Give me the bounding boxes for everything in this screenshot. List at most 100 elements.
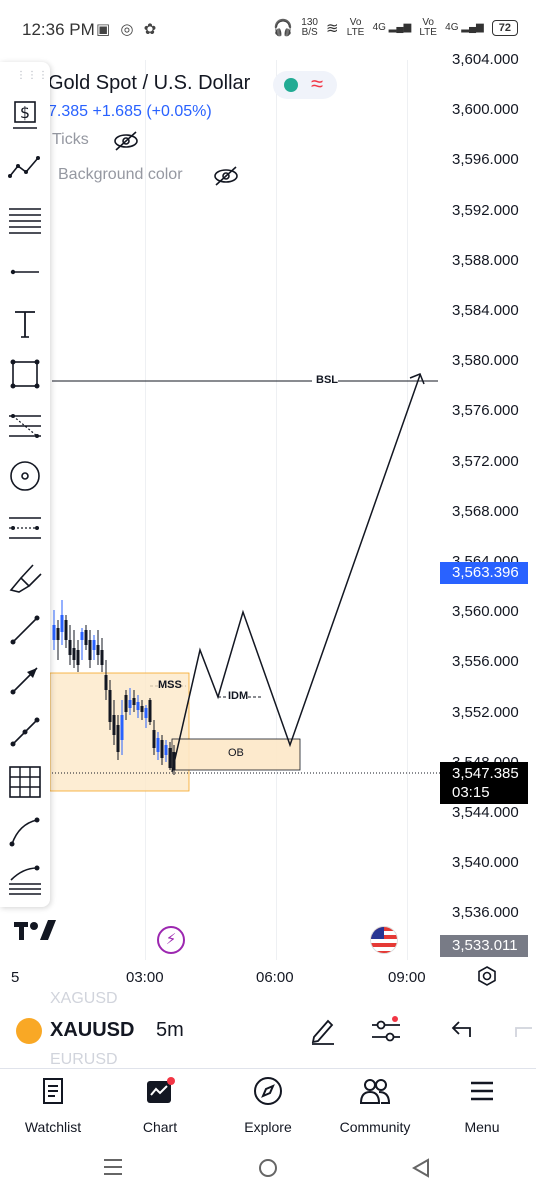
brush-tool-icon[interactable]: [7, 560, 43, 596]
nav-watchlist-label: Watchlist: [24, 1119, 82, 1135]
nav-chart-label: Chart: [142, 1119, 178, 1135]
delayed-data-icon: ≈: [311, 71, 324, 96]
interval-button[interactable]: 5m: [156, 1019, 184, 1042]
mss-label[interactable]: MSS: [158, 679, 182, 691]
drag-handle-icon[interactable]: ⋮⋮⋮: [16, 70, 49, 81]
grid-tool-icon[interactable]: [7, 764, 43, 800]
nav-community[interactable]: Community: [325, 1075, 425, 1135]
nav-menu-label: Menu: [464, 1119, 500, 1135]
price-axis-label: 3,560.000: [452, 603, 519, 621]
price-range-tool-icon[interactable]: $: [7, 96, 43, 132]
svg-text:$: $: [20, 103, 30, 122]
text-tool-icon[interactable]: [7, 306, 43, 342]
idm-label[interactable]: IDM: [228, 690, 249, 702]
candle-body: [160, 740, 164, 758]
symbol-title[interactable]: Gold Spot / U.S. Dollar: [48, 72, 250, 95]
system-navigation-bar: [0, 1140, 536, 1200]
compass-icon: [254, 1077, 282, 1105]
candle-body: [104, 675, 108, 690]
polyline-tool-icon[interactable]: [7, 150, 43, 186]
background-row[interactable]: Background color: [58, 166, 183, 184]
symbol-name[interactable]: XAUUSD: [50, 1019, 134, 1042]
candle-body: [108, 690, 112, 722]
trend-line-tool-icon[interactable]: [7, 612, 43, 648]
time-label-0600: 06:00: [256, 969, 294, 986]
community-icon: [359, 1079, 391, 1104]
candle-body: [168, 748, 172, 768]
candle-body: [76, 650, 80, 665]
horizontal-ray-tool-icon[interactable]: [7, 254, 43, 290]
price-axis-label: 3,604.000: [452, 51, 519, 68]
prev-symbol[interactable]: XAGUSD: [50, 990, 118, 1004]
pitchfork-tool-icon[interactable]: [7, 510, 43, 546]
price-axis-label: 3,580.000: [452, 352, 519, 370]
candle-body: [144, 708, 148, 718]
nav-community-label: Community: [339, 1119, 411, 1135]
nav-watchlist[interactable]: Watchlist: [3, 1075, 103, 1135]
price-axis-label: 3,576.000: [452, 402, 519, 420]
indicators-sliders-icon[interactable]: [370, 1015, 402, 1050]
bar-countdown: 03:15: [452, 784, 490, 801]
symbol-bar: XAGUSD XAUUSD 5m EURUSD: [0, 990, 536, 1065]
price-axis-label: 3,536.000: [452, 904, 519, 922]
price-axis-label: 3,588.000: [452, 251, 519, 269]
time-label-0300: 03:00: [126, 969, 164, 986]
nav-chart[interactable]: Chart: [110, 1075, 210, 1135]
next-symbol[interactable]: EURUSD: [50, 1051, 118, 1065]
candle-body: [72, 648, 76, 660]
bsl-label[interactable]: BSL: [316, 374, 338, 386]
candle-body: [52, 625, 56, 640]
candle-body: [112, 715, 116, 735]
back-icon[interactable]: [410, 1157, 432, 1184]
draw-pencil-icon[interactable]: [308, 1015, 336, 1050]
fib-retracement-tool-icon[interactable]: [7, 202, 43, 238]
nav-menu[interactable]: Menu: [432, 1075, 532, 1135]
undo-icon[interactable]: [450, 1019, 474, 1046]
price-axis-label: 3,552.000: [452, 703, 519, 721]
curve-tool-icon[interactable]: [7, 814, 43, 850]
gold-symbol-icon: [16, 1018, 42, 1044]
us-events-flag-icon[interactable]: [370, 926, 398, 954]
candle-body: [100, 650, 104, 665]
candle-body: [172, 752, 176, 770]
recent-apps-icon[interactable]: [102, 1157, 124, 1182]
candle-body: [120, 715, 124, 740]
candle-body: [128, 700, 132, 708]
candle-body: [148, 700, 152, 722]
ticks-row[interactable]: Ticks: [52, 131, 89, 149]
chart-icon: [147, 1077, 175, 1103]
time-label-partial: 5: [11, 969, 20, 986]
candle-body: [164, 745, 168, 755]
price-axis-label: 3,584.000: [452, 302, 519, 319]
candle-body: [124, 695, 128, 712]
home-icon[interactable]: [257, 1157, 279, 1184]
last-price-value: 3,547.385: [452, 765, 519, 782]
hide-background-icon[interactable]: [212, 165, 240, 192]
path-tool-icon[interactable]: [7, 714, 43, 750]
candle-body: [68, 640, 72, 655]
projection-path: [171, 374, 421, 773]
lightning-alert-icon[interactable]: ⚡: [157, 926, 185, 954]
arrow-tool-icon[interactable]: [7, 662, 43, 698]
chart-settings-icon[interactable]: [476, 965, 498, 991]
bottom-navigation: Watchlist Chart Explore Community Menu: [0, 1068, 536, 1139]
candle-body: [88, 640, 92, 660]
price-axis-label: 3,556.000: [452, 653, 519, 671]
regression-tool-icon[interactable]: [7, 862, 43, 898]
hide-ticks-icon[interactable]: [112, 130, 140, 157]
ticks-label: Ticks: [52, 131, 89, 148]
market-open-icon: [284, 78, 298, 92]
legend-status-pill[interactable]: ≈: [273, 71, 337, 99]
nav-explore[interactable]: Explore: [218, 1075, 318, 1135]
redo-icon[interactable]: [512, 1019, 536, 1046]
price-axis-label: 3,544.000: [452, 804, 519, 821]
ob-label[interactable]: OB: [228, 747, 244, 759]
rectangle-tool-icon[interactable]: [7, 356, 43, 392]
candle-body: [56, 628, 60, 640]
hamburger-menu-icon: [471, 1081, 493, 1101]
candle-body: [80, 632, 84, 640]
candle-body: [152, 730, 156, 748]
circle-tool-icon[interactable]: [7, 458, 43, 494]
gann-fan-tool-icon[interactable]: [7, 408, 43, 444]
candle-body: [84, 630, 88, 645]
